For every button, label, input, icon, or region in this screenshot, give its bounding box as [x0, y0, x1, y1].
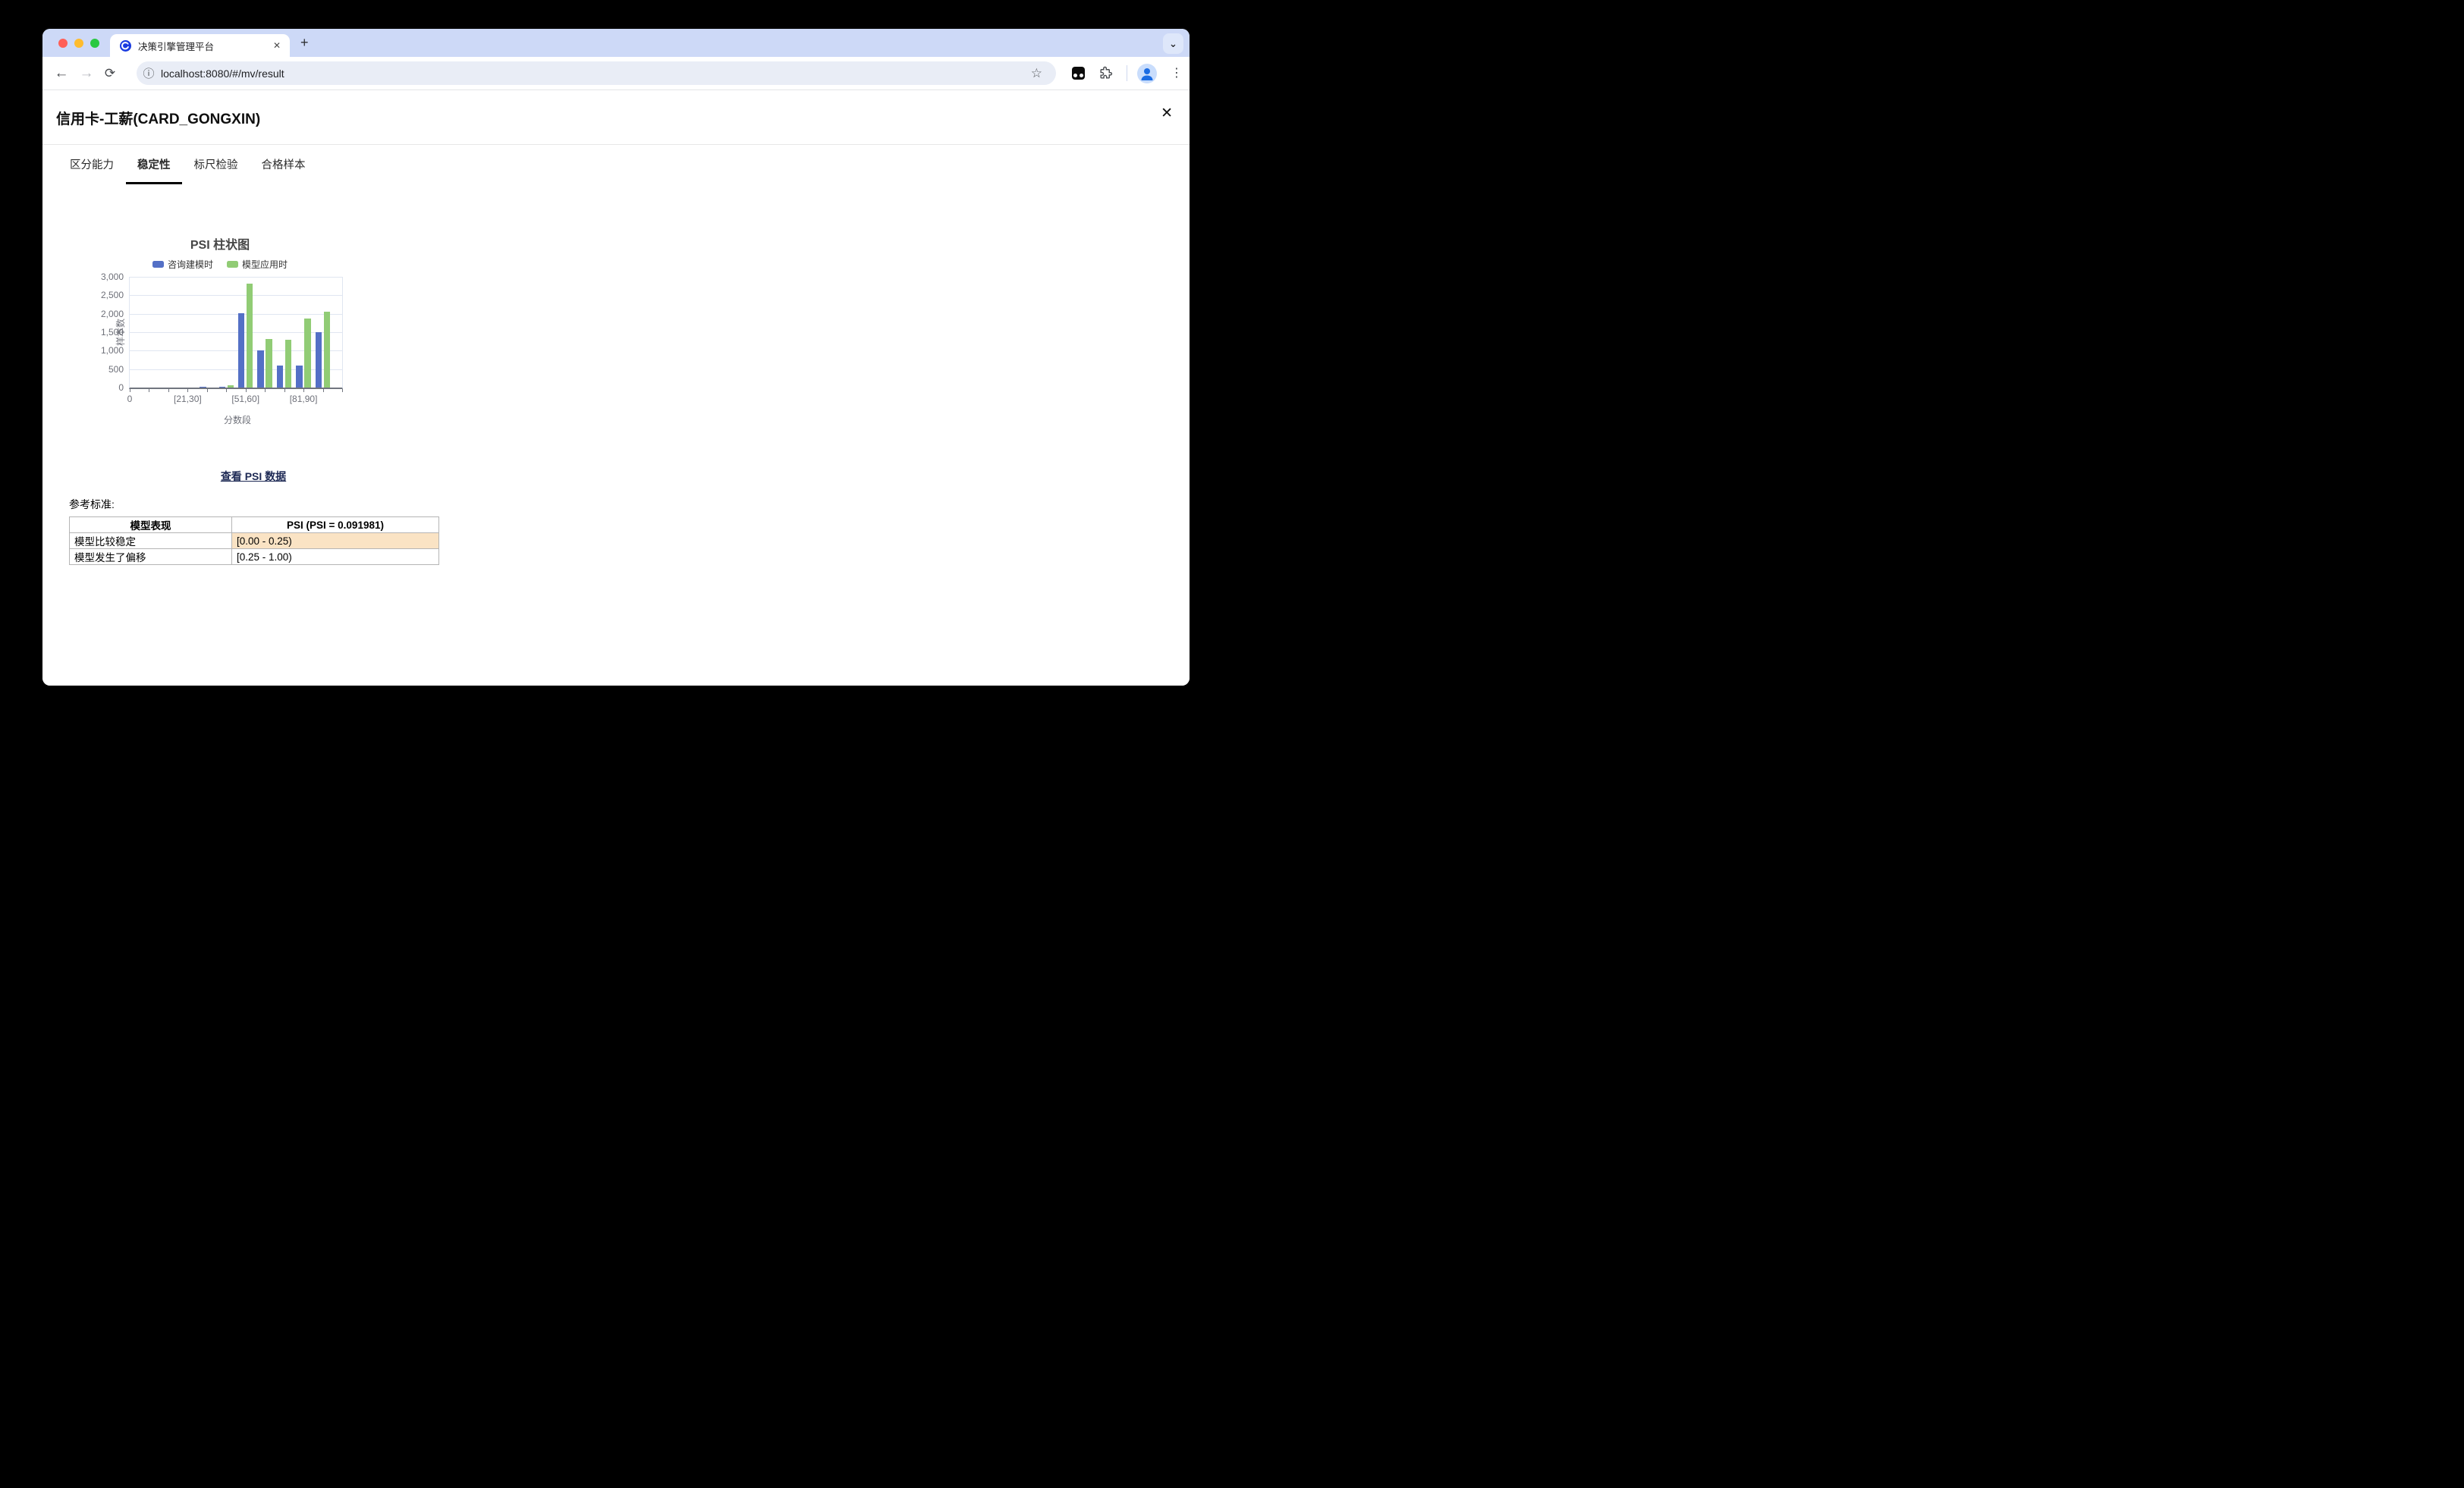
x-tick-mark — [303, 389, 304, 392]
tab-qualified-sample[interactable]: 合格样本 — [250, 156, 317, 184]
person-icon — [1137, 64, 1157, 83]
x-tick-label: [81,90] — [273, 394, 334, 404]
table-header-psi: PSI (PSI = 0.091981) — [232, 517, 439, 533]
table-cell: [0.25 - 1.00) — [232, 549, 439, 565]
bar-modeling — [296, 366, 303, 388]
gridline — [130, 314, 342, 315]
zoom-window-button[interactable] — [90, 39, 99, 48]
y-tick-label: 1,000 — [84, 345, 124, 356]
y-tick-label: 2,000 — [84, 309, 124, 319]
extension-icon[interactable] — [1072, 67, 1085, 80]
view-psi-data-link[interactable]: 查看 PSI 数据 — [178, 469, 329, 484]
legend-item-application[interactable]: 模型应用时 — [227, 258, 288, 271]
reference-standard-label: 参考标准: — [69, 497, 115, 512]
legend-swatch-green — [227, 261, 238, 268]
tab-scale-check[interactable]: 标尺检验 — [183, 156, 250, 184]
bar-application — [285, 340, 292, 388]
bar-modeling — [238, 313, 245, 388]
browser-window: 决策引擎管理平台 ✕ + ⌄ ← → ⟳ ⓘ localhost:8080/#/… — [42, 29, 1190, 686]
bar-modeling — [219, 387, 226, 388]
table-header-model-performance: 模型表现 — [70, 517, 232, 533]
back-icon[interactable]: ← — [50, 57, 73, 89]
legend-swatch-blue — [152, 261, 164, 268]
x-tick-mark — [207, 389, 208, 392]
y-tick-label: 0 — [84, 382, 124, 393]
bar-application — [266, 339, 272, 388]
page-close-icon[interactable]: ✕ — [1161, 106, 1173, 121]
bar-modeling — [277, 366, 284, 388]
close-window-button[interactable] — [58, 39, 68, 48]
minimize-window-button[interactable] — [74, 39, 83, 48]
bar-application — [247, 284, 253, 388]
forward-icon[interactable]: → — [75, 57, 98, 89]
chart-title: PSI 柱状图 — [106, 234, 334, 253]
x-tick-label: [21,30] — [157, 394, 218, 404]
profile-avatar[interactable] — [1137, 64, 1157, 83]
page-title: 信用卡-工薪(CARD_GONGXIN) — [56, 108, 260, 128]
page-tabs: 区分能力 稳定性 标尺检验 合格样本 — [58, 156, 317, 184]
x-tick-mark — [246, 389, 247, 392]
chart-legend: 咨询建模时 模型应用时 — [106, 258, 334, 271]
bar-application — [304, 319, 311, 388]
x-tick-mark — [342, 389, 343, 392]
gridline — [130, 277, 342, 278]
reload-icon[interactable]: ⟳ — [99, 57, 121, 89]
url-text[interactable]: localhost:8080/#/mv/result — [161, 67, 1026, 80]
table-cell: 模型比较稳定 — [70, 533, 232, 549]
tab-close-icon[interactable]: ✕ — [272, 40, 282, 51]
tab-strip: 决策引擎管理平台 ✕ + ⌄ — [42, 29, 1190, 57]
bookmark-star-icon[interactable]: ☆ — [1026, 66, 1047, 81]
address-bar[interactable]: ⓘ localhost:8080/#/mv/result ☆ — [137, 61, 1056, 85]
table-row: 模型发生了偏移 [0.25 - 1.00) — [70, 549, 439, 565]
bar-modeling — [316, 332, 322, 388]
menu-kebab-icon[interactable]: ⋮ — [1171, 65, 1183, 80]
bar-modeling — [200, 387, 206, 388]
x-tick-mark — [187, 389, 188, 392]
gridline — [130, 295, 342, 296]
x-tick-mark — [265, 389, 266, 392]
extensions-puzzle-icon[interactable] — [1098, 66, 1113, 80]
favicon-decision-engine-logo — [120, 40, 131, 52]
x-tick-label: 0 — [99, 394, 160, 404]
browser-toolbar: ← → ⟳ ⓘ localhost:8080/#/mv/result ☆ ⋮ — [42, 57, 1190, 90]
y-tick-label: 500 — [84, 364, 124, 375]
y-tick-label: 2,500 — [84, 290, 124, 300]
x-tick-mark — [168, 389, 169, 392]
reference-table: 模型表现 PSI (PSI = 0.091981) 模型比较稳定 [0.00 -… — [69, 516, 439, 565]
legend-item-modeling[interactable]: 咨询建模时 — [152, 258, 213, 271]
header-divider — [42, 144, 1190, 145]
site-info-icon[interactable]: ⓘ — [137, 65, 161, 81]
psi-bar-chart-plot: 样本数 分数段 05001,0001,5002,0002,5003,0000[2… — [129, 277, 343, 389]
y-tick-label: 1,500 — [84, 327, 124, 337]
tab-search-chevron-icon[interactable]: ⌄ — [1163, 33, 1183, 54]
table-row: 模型比较稳定 [0.00 - 0.25) — [70, 533, 439, 549]
bar-modeling — [257, 350, 264, 388]
x-axis-name: 分数段 — [177, 413, 298, 426]
bar-application — [228, 385, 234, 388]
table-header-row: 模型表现 PSI (PSI = 0.091981) — [70, 517, 439, 533]
x-tick-mark — [323, 389, 324, 392]
x-tick-mark — [226, 389, 227, 392]
browser-tab[interactable]: 决策引擎管理平台 ✕ — [110, 34, 290, 57]
x-tick-mark — [284, 389, 285, 392]
table-cell-highlighted: [0.00 - 0.25) — [232, 533, 439, 549]
y-tick-label: 3,000 — [84, 272, 124, 282]
bar-application — [324, 312, 331, 388]
tab-distinguish-ability[interactable]: 区分能力 — [58, 156, 125, 184]
x-tick-label: [51,60] — [215, 394, 276, 404]
tab-title: 决策引擎管理平台 — [138, 39, 272, 53]
page-content: 信用卡-工薪(CARD_GONGXIN) ✕ 区分能力 稳定性 标尺检验 合格样… — [42, 90, 1190, 686]
table-cell: 模型发生了偏移 — [70, 549, 232, 565]
tab-stability[interactable]: 稳定性 — [126, 156, 182, 184]
new-tab-button[interactable]: + — [300, 36, 309, 49]
